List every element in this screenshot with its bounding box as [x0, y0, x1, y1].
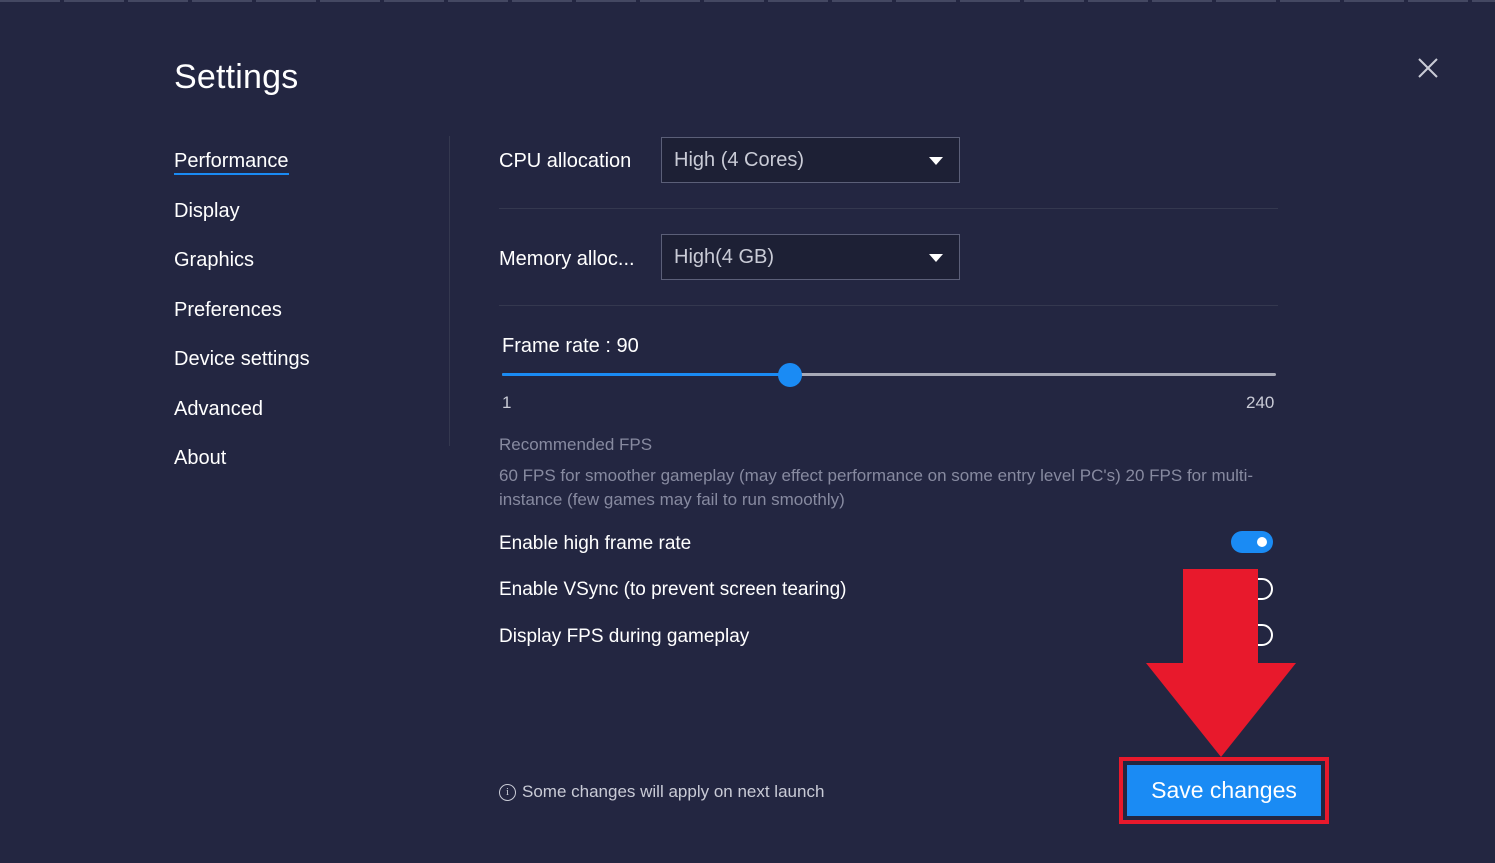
- top-tab-strip: [0, 0, 1495, 2]
- row-divider: [499, 305, 1278, 306]
- memory-allocation-select[interactable]: High(4 GB): [661, 234, 960, 280]
- restart-note-text: Some changes will apply on next launch: [522, 782, 825, 801]
- cpu-allocation-value: High (4 Cores): [674, 149, 805, 171]
- close-button[interactable]: [1414, 54, 1442, 82]
- sidebar-item-graphics[interactable]: Graphics: [174, 245, 310, 295]
- close-icon: [1418, 58, 1438, 78]
- frame-rate-max: 240: [1246, 393, 1275, 412]
- display-fps-label: Display FPS during gameplay: [499, 626, 750, 647]
- frame-rate-min: 1: [502, 393, 512, 412]
- restart-note: i Some changes will apply on next launch: [499, 782, 824, 802]
- sidebar-item-device-settings[interactable]: Device settings: [174, 344, 310, 394]
- sidebar-item-advanced[interactable]: Advanced: [174, 394, 310, 444]
- cpu-allocation-select[interactable]: High (4 Cores): [661, 137, 960, 183]
- recommended-fps-description: 60 FPS for smoother gameplay (may effect…: [499, 466, 1254, 509]
- page-title: Settings: [174, 58, 299, 96]
- recommended-fps-title: Recommended FPS: [499, 435, 653, 454]
- caret-down-icon: [929, 157, 943, 165]
- save-changes-button[interactable]: Save changes: [1127, 765, 1321, 816]
- frame-rate-slider[interactable]: [502, 363, 1276, 387]
- cpu-allocation-label: CPU allocation: [499, 150, 632, 172]
- sidebar-item-display[interactable]: Display: [174, 196, 310, 246]
- memory-allocation-label: Memory alloc...: [499, 248, 635, 270]
- frame-rate-label: Frame rate : 90: [502, 335, 639, 357]
- info-icon: i: [499, 783, 516, 801]
- frame-rate-slider-fill: [502, 373, 791, 376]
- settings-window: Settings Performance Display Graphics Pr…: [0, 0, 1495, 863]
- memory-allocation-value: High(4 GB): [674, 246, 775, 268]
- frame-rate-slider-handle[interactable]: [778, 363, 803, 387]
- settings-sidebar: Performance Display Graphics Preferences…: [174, 146, 310, 493]
- sidebar-item-performance[interactable]: Performance: [174, 146, 310, 196]
- sidebar-item-about[interactable]: About: [174, 443, 310, 493]
- vsync-label: Enable VSync (to prevent screen tearing): [499, 579, 847, 600]
- toggle-knob: [1257, 537, 1267, 547]
- row-divider: [499, 208, 1278, 209]
- sidebar-divider: [449, 136, 450, 446]
- caret-down-icon: [929, 254, 943, 262]
- arrow-down-icon: [1146, 569, 1296, 757]
- high-frame-rate-label: Enable high frame rate: [499, 533, 692, 554]
- sidebar-item-preferences[interactable]: Preferences: [174, 295, 310, 345]
- high-frame-rate-toggle[interactable]: [1231, 531, 1273, 553]
